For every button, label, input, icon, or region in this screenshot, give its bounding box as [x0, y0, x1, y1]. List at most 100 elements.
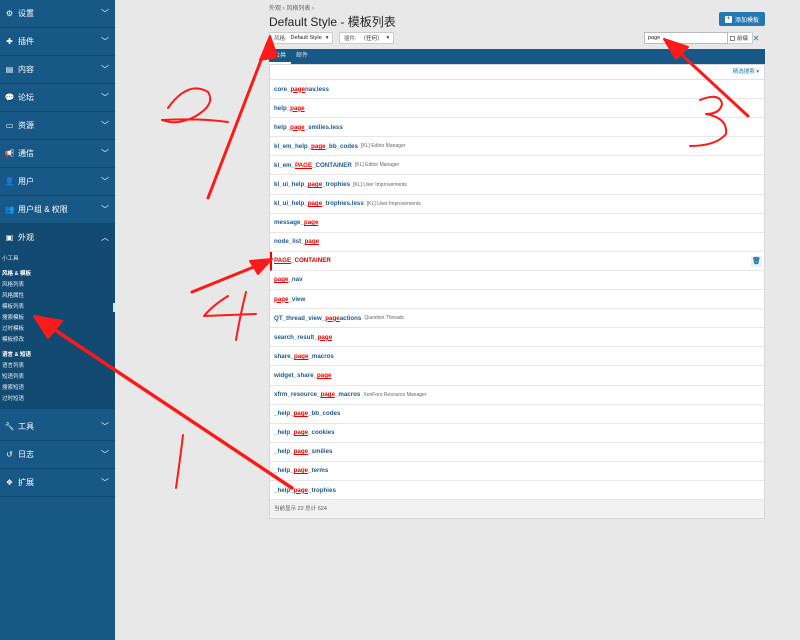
search-highlight: page [293, 486, 309, 494]
search-highlight: page [293, 352, 309, 360]
template-row[interactable]: core_pagenav.less [270, 80, 764, 100]
addon-filter-dropdown[interactable]: 插件: （任何） ▾ [339, 32, 395, 44]
style-filter-dropdown[interactable]: 风格: Default Style ▾ [269, 32, 334, 44]
template-link[interactable]: message_page [274, 219, 318, 226]
sidebar-link-style-5[interactable]: 模板修改 [0, 335, 115, 346]
template-link[interactable]: page_nav [274, 276, 303, 283]
sidebar-item-drive[interactable]: ▭ 资源 ﹀ [0, 112, 115, 140]
template-row[interactable]: QT_thread_view_pageactions Question Threa… [270, 309, 764, 329]
template-type-tabs: 公共 邮件 [269, 49, 765, 64]
search-highlight: page [274, 276, 289, 284]
sidebar-link-style-0[interactable]: 风格列表 [0, 280, 115, 291]
template-row[interactable]: _help_page_bb_codes [270, 405, 764, 424]
template-link[interactable]: node_list_page [274, 238, 319, 245]
template-row[interactable]: _help_page_cookies [270, 424, 764, 443]
refine-search-button[interactable]: 精选搜索 ▾ [733, 69, 759, 75]
styles-section-header: 风格 & 模板 [2, 271, 32, 277]
trash-icon[interactable]: 🗑 [751, 255, 762, 267]
sidebar-link-lang-3[interactable]: 过时短语 [0, 394, 115, 405]
sidebar-item-history[interactable]: ↺ 日志 ﹀ [0, 441, 115, 469]
template-row[interactable]: _help_page_trophies [270, 481, 764, 501]
sidebar-link-lang-1[interactable]: 短语列表 [0, 372, 115, 383]
template-link[interactable]: xfrm_resource_page_macros [274, 391, 360, 398]
sidebar-link-style-2[interactable]: 模板列表 [0, 302, 115, 313]
chevron-down-icon: ﹀ [101, 121, 109, 130]
sidebar-item-image[interactable]: ▣ 外观 ︿ [0, 224, 115, 252]
tab-email[interactable]: 邮件 [291, 49, 313, 64]
sidebar-item-megaphone[interactable]: 📢 通信 ﹀ [0, 140, 115, 168]
sidebar-item-gear[interactable]: ⚙ 设置 ﹀ [0, 0, 115, 28]
sidebar-link-widgets[interactable]: 小工具 [0, 254, 115, 265]
sidebar-item-wrench[interactable]: 🔧 工具 ﹀ [0, 413, 115, 441]
add-template-button[interactable]: + 添加模板 [719, 12, 765, 26]
prefix-label: 前缀 [737, 36, 749, 42]
clear-search-button[interactable]: ✕ [750, 32, 762, 44]
template-row[interactable]: _help_page_smilies [270, 443, 764, 462]
template-link[interactable]: page_view [274, 296, 305, 303]
template-row[interactable]: help_page_smilies.less [270, 118, 764, 138]
sidebar-link-lang-2[interactable]: 搜索短语 [0, 383, 115, 394]
template-row[interactable]: page_nav [270, 271, 764, 291]
template-row[interactable]: node_list_page [270, 233, 764, 252]
template-link[interactable]: core_pagenav.less [274, 86, 329, 93]
sidebar-item-label: 外观 [18, 233, 34, 242]
template-link[interactable]: _help_page_terms [274, 467, 328, 474]
template-link[interactable]: kl_ui_help_page_trophies [274, 181, 350, 188]
template-link[interactable]: widget_share_page [274, 372, 331, 379]
template-search-input[interactable]: page [644, 32, 728, 44]
search-highlight: page [290, 123, 305, 131]
prefix-checkbox[interactable] [730, 35, 735, 41]
chevron-up-icon: ︿ [101, 233, 109, 242]
sidebar-item-label: 论坛 [18, 93, 34, 102]
breadcrumb[interactable]: 外观 › 风格列表 › [269, 3, 314, 12]
template-name-part: _help_ [274, 486, 294, 494]
template-link[interactable]: help_page_smilies.less [274, 124, 343, 131]
template-row[interactable]: widget_share_page [270, 366, 764, 386]
megaphone-icon: 📢 [4, 149, 15, 158]
template-row[interactable]: help_page [270, 99, 764, 119]
template-link[interactable]: help_page [274, 105, 305, 112]
search-highlight: page [293, 410, 309, 418]
template-row[interactable]: xfrm_resource_page_macros XenForo Resourc… [270, 386, 764, 405]
template-row[interactable]: kl_em_PAGE_CONTAINER [KL] Editor Manager [270, 156, 764, 176]
template-row[interactable]: PAGE_CONTAINER 🗑 [270, 251, 764, 271]
template-link[interactable]: QT_thread_view_pageactions [274, 315, 361, 322]
sidebar-item-list[interactable]: ▤ 内容 ﹀ [0, 56, 115, 84]
sidebar-item-user[interactable]: 👤 用户 ﹀ [0, 168, 115, 196]
template-link[interactable]: kl_ui_help_page_trophies.less [274, 200, 364, 207]
search-highlight: page [320, 391, 335, 399]
template-row[interactable]: _help_page_terms [270, 462, 764, 481]
sidebar-item-cubes[interactable]: ❖ 扩展 ﹀ [0, 469, 115, 497]
template-name-part: _help_ [274, 448, 294, 456]
sidebar-item-puzzle[interactable]: ✚ 插件 ﹀ [0, 28, 115, 56]
template-row[interactable]: kl_ui_help_page_trophies.less [KL] User I… [270, 195, 764, 214]
template-row[interactable]: kl_ui_help_page_trophies [KL] User Improv… [270, 175, 764, 195]
template-row[interactable]: kl_em_help_page_bb_codes [KL] Editor Mana… [270, 137, 764, 157]
sidebar-link-lang-0[interactable]: 语言列表 [0, 361, 115, 372]
sidebar-link-style-1[interactable]: 风格属性 [0, 291, 115, 302]
template-link[interactable]: kl_em_help_page_bb_codes [274, 143, 358, 150]
template-link[interactable]: _help_page_bb_codes [274, 410, 340, 417]
template-link[interactable]: kl_em_PAGE_CONTAINER [274, 162, 352, 169]
template-name-part: share_ [274, 352, 294, 360]
template-row[interactable]: page_view [270, 290, 764, 310]
tab-public[interactable]: 公共 [269, 49, 292, 64]
template-link[interactable]: search_result_page [274, 334, 332, 341]
sidebar-item-comments[interactable]: 💬 论坛 ﹀ [0, 84, 115, 112]
template-link[interactable]: _help_page_trophies [274, 487, 336, 494]
template-link[interactable]: PAGE_CONTAINER [274, 257, 331, 264]
template-row[interactable]: message_page [270, 214, 764, 233]
template-link[interactable]: share_page_macros [274, 353, 334, 360]
sidebar-item-label: 工具 [18, 422, 34, 431]
chevron-down-icon: ﹀ [101, 450, 109, 459]
sidebar-item-users[interactable]: 👥 用户组 & 权限 ﹀ [0, 196, 115, 224]
template-name-part: kl_ui_help_ [274, 200, 308, 208]
template-link[interactable]: _help_page_cookies [274, 429, 335, 436]
template-row[interactable]: search_result_page [270, 328, 764, 348]
sidebar-link-style-4[interactable]: 过时模板 [0, 324, 115, 335]
template-name-part: _terms [308, 467, 329, 475]
template-link[interactable]: _help_page_smilies [274, 448, 333, 455]
template-addon-label: [KL] User Improvements [366, 200, 421, 207]
template-row[interactable]: share_page_macros [270, 347, 764, 367]
sidebar-link-style-3[interactable]: 搜索模板 [0, 313, 115, 324]
